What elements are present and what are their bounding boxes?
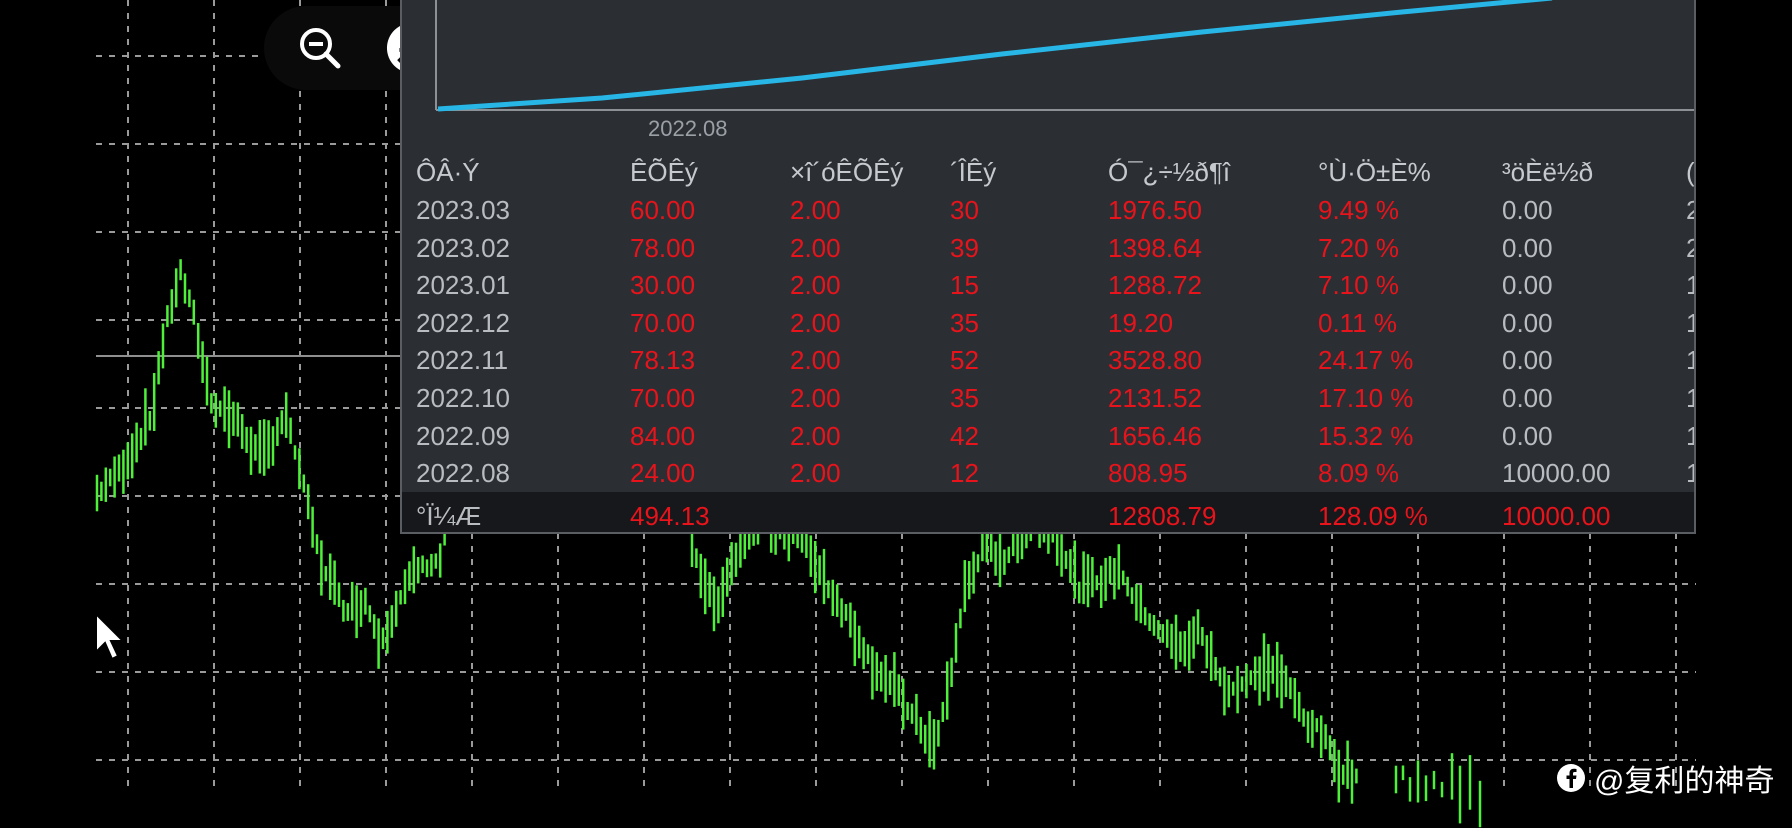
mouse-cursor-icon xyxy=(94,611,128,667)
table-cell: 0.00 xyxy=(1502,345,1553,376)
table-cell: 84.00 xyxy=(630,420,696,451)
table-cell: 2.00 xyxy=(790,270,841,301)
table-cell: 78.13 xyxy=(630,345,696,376)
table-cell: 2022.12 xyxy=(416,307,510,338)
table-cell: 0.00 xyxy=(1502,232,1553,263)
zoom-out-icon[interactable] xyxy=(294,22,346,74)
facebook-icon xyxy=(1556,763,1586,793)
table-cell: 1 xyxy=(1686,382,1694,414)
table-cell: 30.00 xyxy=(630,270,696,301)
table-cell: 30 xyxy=(950,195,979,225)
table-cell: 0.00 xyxy=(1502,420,1553,451)
watermark: @复利的神奇 xyxy=(1556,758,1774,798)
column-header: Ó¯¿÷½ð¶î xyxy=(1108,157,1231,187)
column-header: ³öÈë½ð xyxy=(1502,157,1594,187)
table-cell: 0.11 % xyxy=(1318,307,1398,338)
table-cell: 2.00 xyxy=(790,383,841,413)
table-cell: 8.09 % xyxy=(1318,458,1399,489)
table-cell: 78.00 xyxy=(630,232,696,263)
table-cell: 2023.03 xyxy=(416,195,510,225)
column-header: ÊÕÊý xyxy=(630,157,698,187)
report-panel: 2022.08 ÔÂ·Ý ÊÕÊý ×î´óÊÕÊý ´ÎÊý Ó¯¿÷½ð¶î °Ù·Ö… xyxy=(400,0,1696,534)
table-cell: 3528.80 xyxy=(1108,345,1202,376)
column-header: ´ÎÊý xyxy=(950,157,997,187)
table-cell: 1398.64 xyxy=(1108,232,1202,263)
equity-x-label: 2022.08 xyxy=(648,116,728,141)
column-header: ( xyxy=(1686,157,1695,187)
total-cell: 10000.00 xyxy=(1502,501,1611,531)
table-cell: 15 xyxy=(950,270,979,301)
table-cell: 1 xyxy=(1686,344,1694,376)
table-cell: 1656.46 xyxy=(1108,420,1202,451)
table-cell: 2022.09 xyxy=(416,420,510,451)
table-cell: 2.00 xyxy=(790,420,841,451)
table-cell: 35 xyxy=(950,307,979,338)
total-cell: 494.13 xyxy=(630,501,710,531)
column-header: ÔÂ·Ý xyxy=(416,157,480,187)
table-cell: 12 xyxy=(950,458,979,489)
column-header: °Ù·Ö±È% xyxy=(1318,157,1431,187)
table-cell: 2.00 xyxy=(790,458,841,489)
table-cell: 0.00 xyxy=(1502,195,1553,225)
table-cell: 24.00 xyxy=(630,458,696,489)
table-cell: 10000.00 xyxy=(1502,458,1611,489)
watermark-text: @复利的神奇 xyxy=(1594,765,1775,798)
table-cell: 19.20 xyxy=(1108,307,1174,338)
table-cell: 1 xyxy=(1686,307,1694,339)
table-cell: 808.95 xyxy=(1108,458,1188,489)
equity-chart: 2022.08 xyxy=(435,0,1694,141)
table-cell: 1 xyxy=(1686,269,1694,301)
table-cell: 70.00 xyxy=(630,307,696,338)
table-cell: 2022.08 xyxy=(416,458,510,489)
total-label: °Ï¼Æ xyxy=(416,501,482,531)
table-cell: 2 xyxy=(1686,194,1694,226)
table-cell: 7.20 % xyxy=(1318,232,1399,263)
table-cell: 42 xyxy=(950,420,979,451)
table-cell: 39 xyxy=(950,232,979,263)
table-cell: 70.00 xyxy=(630,383,696,413)
table-cell: 1288.72 xyxy=(1108,270,1202,301)
table-cell: 2.00 xyxy=(790,195,841,225)
table-cell: 17.10 % xyxy=(1318,383,1414,413)
column-header: ×î´óÊÕÊý xyxy=(790,157,904,187)
table-cell: 15.32 % xyxy=(1318,420,1414,451)
table-cell: 60.00 xyxy=(630,195,696,225)
table-cell: 0.00 xyxy=(1502,270,1553,301)
table-cell: 2022.10 xyxy=(416,383,510,413)
table-cell: 0.00 xyxy=(1502,383,1553,413)
table-cell: 24.17 % xyxy=(1318,345,1414,376)
table-cell: 2.00 xyxy=(790,345,841,376)
table-cell: 35 xyxy=(950,383,979,413)
table-cell: 52 xyxy=(950,345,979,376)
total-cell: 128.09 % xyxy=(1318,501,1428,531)
table-cell: 2023.02 xyxy=(416,232,510,263)
table-cell: 1976.50 xyxy=(1108,195,1202,225)
table-cell: 2.00 xyxy=(790,307,841,338)
table-cell: 1 xyxy=(1686,420,1694,452)
table-cell: 2 xyxy=(1686,232,1694,264)
table-cell: 2131.52 xyxy=(1108,383,1202,413)
table-cell: 2023.01 xyxy=(416,270,510,301)
table-cell: 1 xyxy=(1686,457,1694,489)
table-cell: 2.00 xyxy=(790,232,841,263)
table-cell: 9.49 % xyxy=(1318,195,1399,225)
total-cell: 12808.79 xyxy=(1108,501,1217,531)
table-cell: 7.10 % xyxy=(1318,270,1399,301)
table-cell: 0.00 xyxy=(1502,307,1553,338)
table-cell: 2022.11 xyxy=(416,345,509,376)
